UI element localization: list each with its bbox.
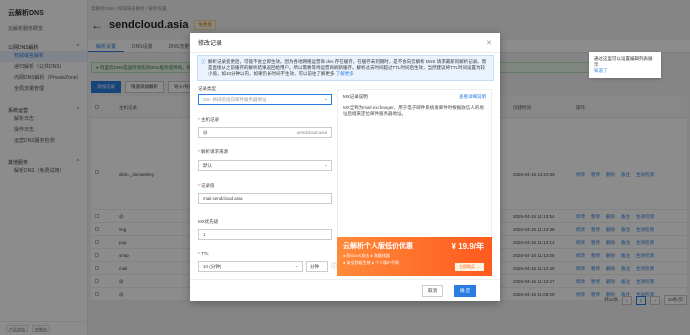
tooltip-text: 通过这里可以设置编辑列表展示	[594, 56, 653, 67]
edit-record-dialog: 修改记录 ✕ ⓘ 解析记录变更后，可能不会立即生效。因为各地网络运营商 dns …	[190, 33, 500, 301]
record-type-select[interactable]: MX- 将域名指向邮件服务器地址 ⌄	[198, 94, 332, 105]
chevron-down-icon: ⌄	[323, 96, 328, 102]
promo-line: ● 防DDoS攻击 ● 海量线路	[343, 253, 390, 258]
value-label: * 记录值	[198, 183, 215, 188]
chevron-down-icon: ⌄	[323, 162, 328, 168]
priority-label: MX优先级	[198, 219, 219, 224]
dialog-title: 修改记录	[198, 41, 223, 47]
ttl-select[interactable]: 10 (分钟) ⌄	[198, 261, 303, 272]
tooltip-dismiss-link[interactable]: 知道了	[594, 68, 608, 73]
chevron-down-icon: ⌄	[294, 263, 299, 269]
cancel-button[interactable]: 取消	[422, 285, 443, 297]
panel-body: MX全称为mail exchanger，用于电子邮件系统发邮件时根据收信人的地址…	[343, 105, 484, 116]
value-input[interactable]: mail.sendcloud.asia	[198, 193, 332, 204]
host-input[interactable]: @ .sendcloud.asia	[198, 127, 332, 138]
host-label: * 主机记录	[198, 117, 220, 122]
panel-title: MX记录说明	[343, 94, 368, 99]
panel-detail-link[interactable]: 查看详细说明	[459, 94, 486, 100]
promo-price: ¥ 19.9/年	[451, 242, 484, 251]
dialog-footer: 取消 确 定	[190, 279, 500, 301]
confirm-button[interactable]: 确 定	[454, 285, 477, 297]
info-icon: ⓘ	[201, 59, 206, 64]
settings-tooltip: 通过这里可以设置编辑列表展示 知道了	[589, 52, 661, 78]
learn-more-link[interactable]: 了解更多	[336, 71, 354, 76]
line-select[interactable]: 默认 ⌄	[198, 160, 332, 171]
ttl-unit-select[interactable]: 分钟	[306, 261, 328, 272]
ttl-label: * TTL	[198, 251, 209, 256]
promo-buy-button[interactable]: 立即购买 →	[454, 263, 484, 271]
record-type-label: 记录类型	[198, 86, 216, 91]
close-icon[interactable]: ✕	[486, 39, 492, 47]
promo-banner[interactable]: 云解析个人版低价优惠 ● 防DDoS攻击 ● 海量线路 ● 安全秒级生效 ● 个…	[337, 237, 492, 276]
dialog-header: 修改记录 ✕	[190, 33, 500, 53]
line-label: * 解析请求来源	[198, 149, 229, 154]
priority-input[interactable]: 1	[198, 229, 332, 240]
dialog-notice: ⓘ 解析记录变更后，可能不会立即生效。因为各地网络运营商 dns 存在缓存，在缓…	[197, 55, 494, 81]
